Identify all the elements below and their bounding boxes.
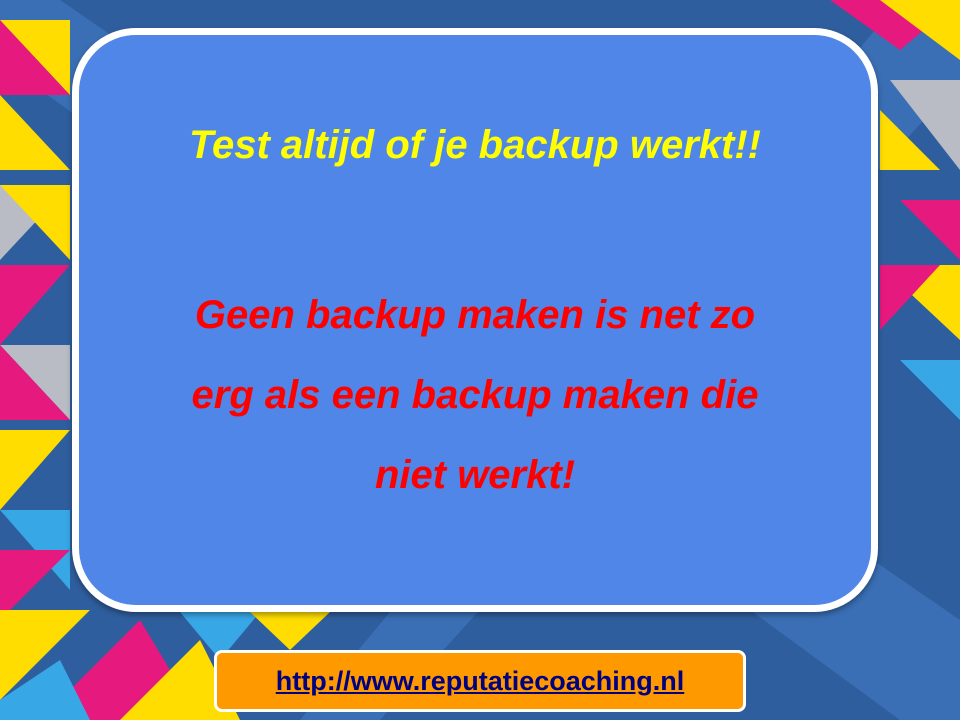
headline: Test altijd of je backup werkt!! xyxy=(189,123,761,167)
bg-triangle-pink xyxy=(0,550,70,620)
website-link-box: http://www.reputatiecoaching.nl xyxy=(214,650,746,712)
message-line: erg als een backup maken die xyxy=(191,373,759,417)
bg-triangle-yellow xyxy=(0,430,70,510)
website-link[interactable]: http://www.reputatiecoaching.nl xyxy=(276,666,685,697)
message-text: Geen backup maken is net zo erg als een … xyxy=(99,275,851,515)
bg-triangle-cyan xyxy=(900,360,960,420)
bg-triangle-pink xyxy=(0,265,70,345)
bg-triangle-yellow xyxy=(0,95,70,170)
bg-triangle-pink xyxy=(900,200,960,260)
bg-triangle-yellow xyxy=(250,612,330,650)
message-line: niet werkt! xyxy=(374,453,576,497)
message-card: Test altijd of je backup werkt!! Geen ba… xyxy=(72,28,878,612)
message-line: Geen backup maken is net zo xyxy=(194,293,756,337)
